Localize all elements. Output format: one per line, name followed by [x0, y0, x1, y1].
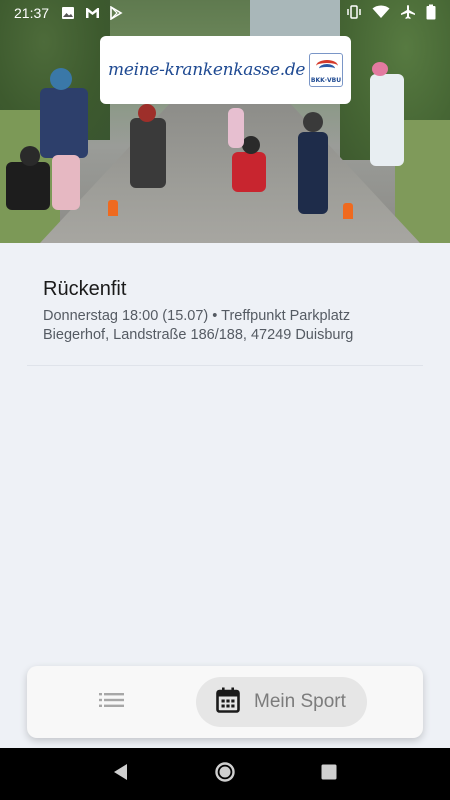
system-navigation-bar	[0, 748, 450, 800]
event-detail-line2: Biegerhof, Landstraße 186/188, 47249 Dui…	[43, 327, 354, 343]
hero-person-head	[138, 104, 156, 122]
hero-person-head	[242, 136, 260, 154]
play-store-icon	[109, 5, 123, 21]
calendar-icon	[216, 687, 240, 718]
event-card[interactable]: Rückenfit Donnerstag 18:00 (15.07) • Tre…	[27, 268, 423, 356]
sponsor-logo: meine-krankenkasse.de BKK·VBU	[100, 36, 351, 104]
home-icon[interactable]	[214, 761, 236, 788]
logo-text: meine-krankenkasse.de	[108, 60, 306, 80]
hero-image: meine-krankenkasse.de BKK·VBU 21:37	[0, 0, 450, 243]
nav-item-mein-sport[interactable]: Mein Sport	[196, 677, 367, 727]
list-icon	[99, 691, 125, 714]
status-bar: 21:37	[0, 0, 450, 26]
wifi-icon	[372, 5, 390, 22]
gmail-icon	[85, 6, 100, 20]
bottom-navigation: Mein Sport	[27, 666, 423, 738]
recents-icon[interactable]	[320, 763, 338, 786]
hero-person	[228, 108, 244, 148]
status-right-icons	[346, 4, 436, 23]
traffic-cone	[108, 200, 118, 216]
hero-person	[40, 88, 88, 158]
status-time: 21:37	[14, 5, 50, 21]
nav-item-list[interactable]	[27, 666, 197, 738]
hero-person	[6, 162, 50, 210]
hero-person	[52, 155, 80, 210]
hero-person-head	[50, 68, 72, 90]
event-detail-line1: Donnerstag 18:00 (15.07) • Treffpunkt Pa…	[43, 308, 351, 324]
hero-person-head	[20, 146, 40, 166]
event-title: Rückenfit	[43, 278, 127, 300]
back-icon[interactable]	[112, 763, 130, 786]
hero-person	[370, 74, 404, 166]
hero-person	[232, 152, 266, 192]
traffic-cone	[343, 203, 353, 219]
battery-icon	[426, 4, 436, 23]
hero-person	[298, 132, 328, 214]
image-icon	[61, 6, 75, 20]
bkk-vbu-logo-icon: BKK·VBU	[309, 53, 343, 87]
airplane-icon	[400, 4, 416, 23]
hero-person-head	[372, 62, 388, 76]
vibrate-icon	[346, 4, 362, 22]
nav-item-label: Mein Sport	[254, 691, 346, 712]
logo-seal-label: BKK·VBU	[310, 77, 342, 84]
hero-person	[130, 118, 166, 188]
hero-person-head	[303, 112, 323, 132]
list-divider	[27, 365, 423, 366]
